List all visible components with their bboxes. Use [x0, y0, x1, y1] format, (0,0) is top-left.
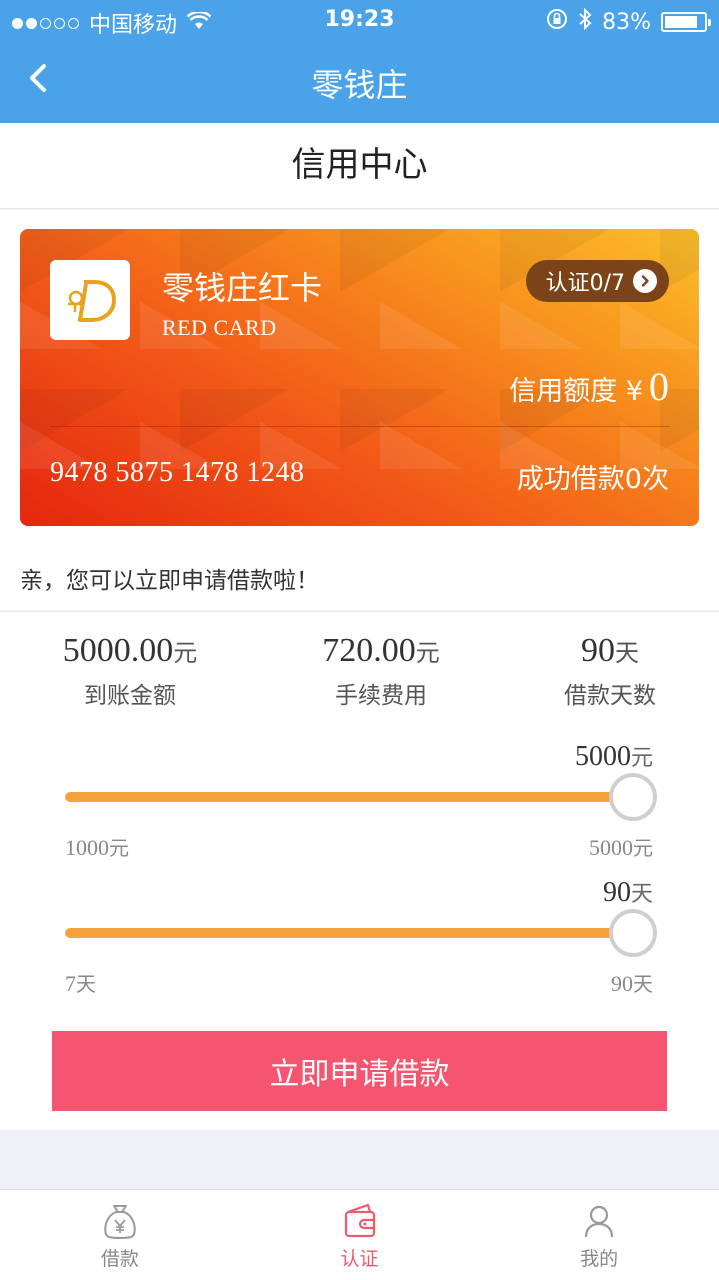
amount-slider-track[interactable] [65, 792, 629, 802]
page-title-bar: 信用中心 [0, 123, 719, 209]
chevron-right-icon [633, 269, 657, 293]
bluetooth-icon [578, 7, 592, 37]
stat-unit: 元 [173, 639, 198, 667]
nav-title: 零钱庄 [311, 66, 408, 104]
nav-bar: 零钱庄 [0, 40, 719, 123]
tab-label: 认证 [340, 1248, 379, 1270]
stat-label: 手续费用 [335, 683, 427, 709]
loan-calculator: 5000.00元 到账金额 720.00元 手续费用 90天 借款天数 5000… [0, 611, 719, 1130]
amount-slider-handle[interactable] [609, 773, 657, 821]
user-icon [585, 1205, 614, 1238]
apply-loan-button[interactable]: 立即申请借款 [52, 1031, 667, 1111]
tab-mine[interactable]: 我的 [479, 1190, 719, 1280]
tab-certification[interactable]: 认证 [240, 1190, 480, 1280]
days-slider-value: 90天 [602, 877, 653, 908]
credit-limit: 信用额度 ¥ 0 [509, 363, 669, 410]
header: 中国移动 19:23 83% 零钱庄 [0, 0, 719, 123]
money-bag-icon [104, 1205, 136, 1240]
days-slider[interactable]: 90天 7天 90天 [65, 876, 657, 996]
orientation-lock-icon [546, 8, 568, 36]
days-slider-handle[interactable] [609, 909, 657, 957]
card-subtitle: RED CARD [162, 315, 277, 340]
battery-percent: 83% [602, 9, 651, 35]
stat-fee: 720.00元 手续费用 [261, 632, 501, 710]
amount-slider[interactable]: 5000元 1000元 5000元 [65, 740, 657, 860]
tab-bar: 借款 认证 我的 [0, 1189, 719, 1280]
app-logo [50, 260, 130, 340]
card-divider [50, 426, 669, 427]
credit-limit-label: 信用额度 ¥ [509, 376, 643, 407]
certification-label: 认证0/7 [545, 271, 625, 296]
successful-loan-count: 成功借款0次 [516, 464, 669, 495]
stat-label: 到账金额 [84, 683, 176, 709]
stat-value: 720.00 [322, 632, 416, 669]
stat-value: 5000.00 [62, 632, 174, 669]
battery-icon [661, 12, 711, 32]
stat-label: 借款天数 [564, 683, 656, 709]
stat-value: 90 [581, 632, 615, 669]
days-slider-track[interactable] [65, 928, 629, 938]
stat-received-amount: 5000.00元 到账金额 [10, 632, 250, 710]
credit-limit-value: 0 [649, 364, 669, 409]
days-slider-max: 90天 [611, 971, 653, 996]
card-name: 零钱庄红卡 [162, 269, 323, 307]
days-slider-min: 7天 [65, 971, 96, 996]
tab-label: 我的 [580, 1248, 619, 1270]
page-title: 信用中心 [291, 145, 428, 185]
tab-label: 借款 [100, 1248, 139, 1270]
credit-card-section: 零钱庄红卡 RED CARD 认证0/7 信用额度 ¥ 0 9478 5875 … [0, 210, 719, 610]
certification-button[interactable]: 认证0/7 [525, 260, 669, 302]
stat-unit: 元 [415, 639, 440, 667]
apply-hint: 亲，您可以立即申请借款啦！ [20, 568, 319, 594]
stat-unit: 天 [615, 639, 639, 667]
logo-d-icon [68, 280, 116, 322]
tab-loan[interactable]: 借款 [0, 1190, 240, 1280]
wallet-icon [344, 1203, 375, 1238]
red-card[interactable]: 零钱庄红卡 RED CARD 认证0/7 信用额度 ¥ 0 9478 5875 … [20, 229, 699, 526]
card-number: 9478 5875 1478 1248 [50, 457, 305, 488]
amount-slider-max: 5000元 [589, 835, 653, 860]
stat-loan-days: 90天 借款天数 [490, 632, 719, 710]
amount-slider-value: 5000元 [574, 741, 653, 772]
status-bar: 中国移动 19:23 83% [0, 0, 719, 40]
amount-slider-min: 1000元 [65, 835, 129, 860]
